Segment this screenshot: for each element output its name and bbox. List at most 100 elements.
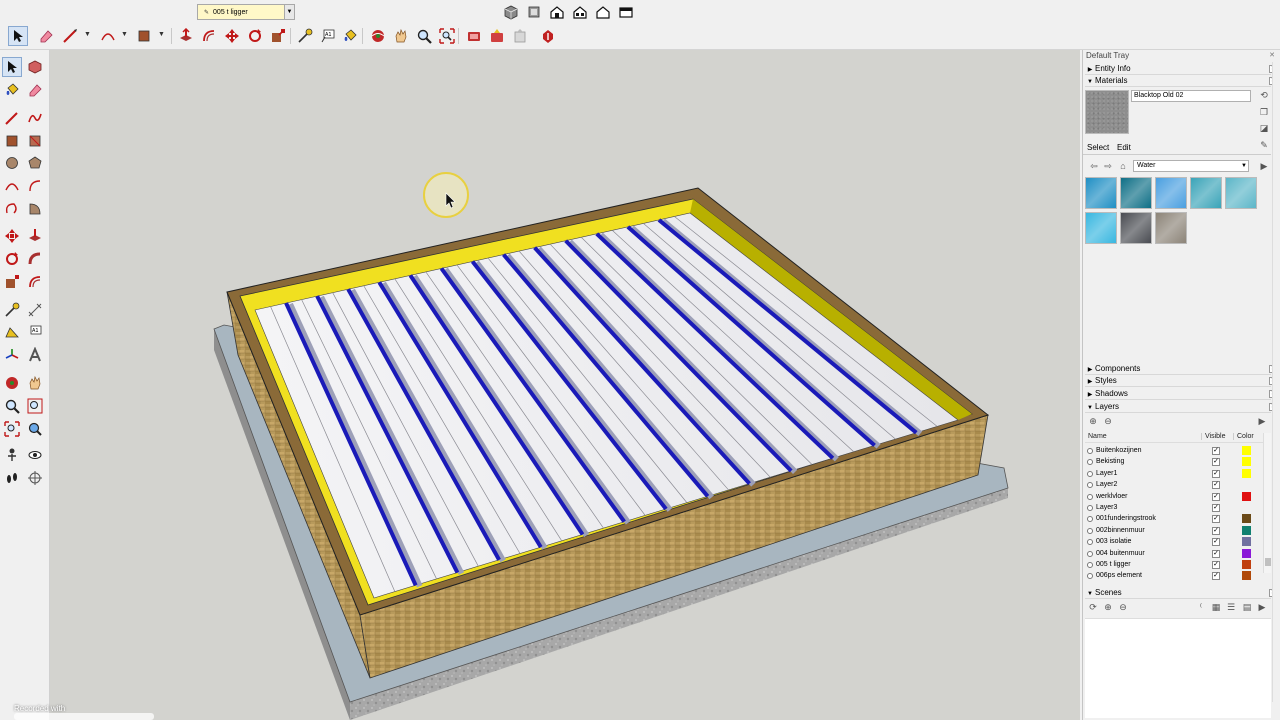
material-swatch[interactable] xyxy=(1120,212,1152,244)
tab-edit[interactable]: Edit xyxy=(1117,143,1131,152)
text-tool-icon[interactable]: A1 xyxy=(318,26,338,46)
material-swatch[interactable] xyxy=(1155,212,1187,244)
layers-details-icon[interactable]: ▶ xyxy=(1257,416,1267,426)
layer-name[interactable]: 005 t ligger xyxy=(1096,559,1131,570)
back-icon[interactable]: ⇦ xyxy=(1089,161,1099,171)
tray-scrollbar[interactable] xyxy=(1272,62,1280,702)
section-styles[interactable]: ▶Styles × xyxy=(1085,375,1277,387)
move-icon[interactable] xyxy=(2,226,22,246)
zoom-extents-tool-icon[interactable] xyxy=(2,419,22,439)
layer-row[interactable]: Layer3 ✓ xyxy=(1085,502,1271,513)
push-pull-icon[interactable] xyxy=(25,226,45,246)
layer-row[interactable]: 002binnenmuur ✓ xyxy=(1085,525,1271,536)
add-scene-icon[interactable]: ⊕ xyxy=(1103,602,1113,612)
visible-checkbox[interactable]: ✓ xyxy=(1212,447,1220,455)
layer-color-swatch[interactable] xyxy=(1242,468,1251,478)
arc-icon[interactable] xyxy=(2,176,22,196)
line-icon[interactable] xyxy=(2,108,22,128)
visible-checkbox[interactable]: ✓ xyxy=(1212,515,1220,524)
orbit-tool-icon[interactable] xyxy=(368,26,388,46)
layer-name[interactable]: 002binnenmuur xyxy=(1096,525,1145,536)
home-icon[interactable]: ⌂ xyxy=(1118,161,1128,171)
move-up-icon[interactable]: ⁽ xyxy=(1196,602,1206,612)
share-component-icon[interactable] xyxy=(510,26,530,46)
layer-name[interactable]: 003 isolatie xyxy=(1096,536,1131,547)
scale-tool-icon[interactable] xyxy=(268,26,288,46)
visible-checkbox[interactable]: ✓ xyxy=(1212,503,1220,512)
section-shadows[interactable]: ▶Shadows × xyxy=(1085,388,1277,400)
active-layer-radio[interactable] xyxy=(1087,493,1093,500)
section-plane-icon[interactable] xyxy=(25,468,45,488)
material-swatch[interactable] xyxy=(1085,177,1117,209)
3d-text-icon[interactable] xyxy=(25,345,45,365)
layer-color-swatch[interactable] xyxy=(1242,446,1251,455)
visible-checkbox[interactable]: ✓ xyxy=(1212,481,1220,490)
axes-icon[interactable] xyxy=(2,345,22,365)
make-component-icon[interactable] xyxy=(25,57,45,77)
layer-name[interactable]: 001funderingstrook xyxy=(1096,513,1156,524)
layer-name[interactable]: werklvloer xyxy=(1096,491,1128,502)
arc-tool-icon[interactable] xyxy=(98,26,118,46)
right-view-icon[interactable] xyxy=(570,2,590,22)
rectangle-icon[interactable] xyxy=(2,131,22,151)
layer-color-swatch[interactable] xyxy=(1242,537,1251,547)
tab-select[interactable]: Select xyxy=(1087,143,1109,152)
layer-row[interactable]: 003 isolatie ✓ xyxy=(1085,536,1271,547)
walk-icon[interactable] xyxy=(2,468,22,488)
select-tool-icon[interactable] xyxy=(8,26,28,46)
layer-color-swatch[interactable] xyxy=(1242,514,1251,524)
zoom-extents-icon[interactable] xyxy=(437,26,457,46)
front-view-icon[interactable] xyxy=(547,2,567,22)
layer-color-swatch[interactable] xyxy=(1242,571,1251,581)
close-icon[interactable]: ✕ xyxy=(1269,50,1275,62)
move-tool-icon[interactable] xyxy=(222,26,242,46)
rotated-rectangle-icon[interactable] xyxy=(25,131,45,151)
active-layer-radio[interactable] xyxy=(1087,470,1093,477)
material-swatch[interactable] xyxy=(1120,177,1152,209)
layer-name[interactable]: 004 buitenmuur xyxy=(1096,548,1145,559)
active-layer-radio[interactable] xyxy=(1087,527,1093,534)
visible-checkbox[interactable]: ✓ xyxy=(1212,560,1220,569)
material-swatch[interactable] xyxy=(1190,177,1222,209)
paint-icon[interactable] xyxy=(2,80,22,100)
delete-layer-icon[interactable]: ⊖ xyxy=(1103,416,1113,426)
material-swatch[interactable] xyxy=(1085,212,1117,244)
chevron-down-icon[interactable]: ▼ xyxy=(284,5,294,19)
active-layer-radio[interactable] xyxy=(1087,448,1093,454)
library-dropdown[interactable]: Water ▼ xyxy=(1133,160,1249,172)
push-pull-tool-icon[interactable] xyxy=(176,26,196,46)
layer-name[interactable]: Layer3 xyxy=(1096,502,1117,513)
text-icon[interactable]: A1 xyxy=(25,322,45,342)
active-layer-radio[interactable] xyxy=(1087,539,1093,546)
visible-checkbox[interactable]: ✓ xyxy=(1212,492,1220,501)
active-layer-dropdown[interactable]: ✎ 005 t ligger ▼ xyxy=(197,4,295,20)
iso-view-icon[interactable] xyxy=(501,2,521,22)
top-view-icon[interactable] xyxy=(524,2,544,22)
layer-name[interactable]: Layer1 xyxy=(1096,468,1117,479)
layer-row[interactable]: Layer1 ✓ xyxy=(1085,468,1271,479)
line-tool-icon[interactable] xyxy=(60,26,80,46)
eraser-tool-icon[interactable] xyxy=(36,26,56,46)
active-layer-radio[interactable] xyxy=(1087,573,1093,580)
eyedropper-icon[interactable]: ✎ xyxy=(1259,140,1269,150)
col-visible[interactable]: Visible xyxy=(1201,433,1226,440)
shape-dropdown-icon[interactable]: ▼ xyxy=(158,31,165,38)
position-camera-icon[interactable] xyxy=(2,445,22,465)
sample-icon[interactable]: ◪ xyxy=(1259,123,1269,133)
share-model-icon[interactable] xyxy=(487,26,507,46)
visible-checkbox[interactable]: ✓ xyxy=(1212,549,1220,558)
warehouse-icon[interactable] xyxy=(464,26,484,46)
add-layer-icon[interactable]: ⊕ xyxy=(1088,416,1098,426)
scene-view-icon[interactable]: ▦ xyxy=(1211,602,1221,612)
active-layer-radio[interactable] xyxy=(1087,504,1093,511)
layer-color-swatch[interactable] xyxy=(1242,525,1251,535)
left-view-icon[interactable] xyxy=(616,2,636,22)
line-dropdown-icon[interactable]: ▼ xyxy=(84,31,91,38)
back-view-icon[interactable] xyxy=(593,2,613,22)
reset-icon[interactable]: ⟲ xyxy=(1259,90,1269,100)
layer-color-swatch[interactable] xyxy=(1242,491,1251,501)
scene-thumbs-icon[interactable]: ▤ xyxy=(1242,602,1252,612)
details-arrow-icon[interactable]: ▶ xyxy=(1259,161,1269,171)
update-scene-icon[interactable]: ⟳ xyxy=(1088,602,1098,612)
layer-row[interactable]: 004 buitenmuur ✓ xyxy=(1085,548,1271,559)
